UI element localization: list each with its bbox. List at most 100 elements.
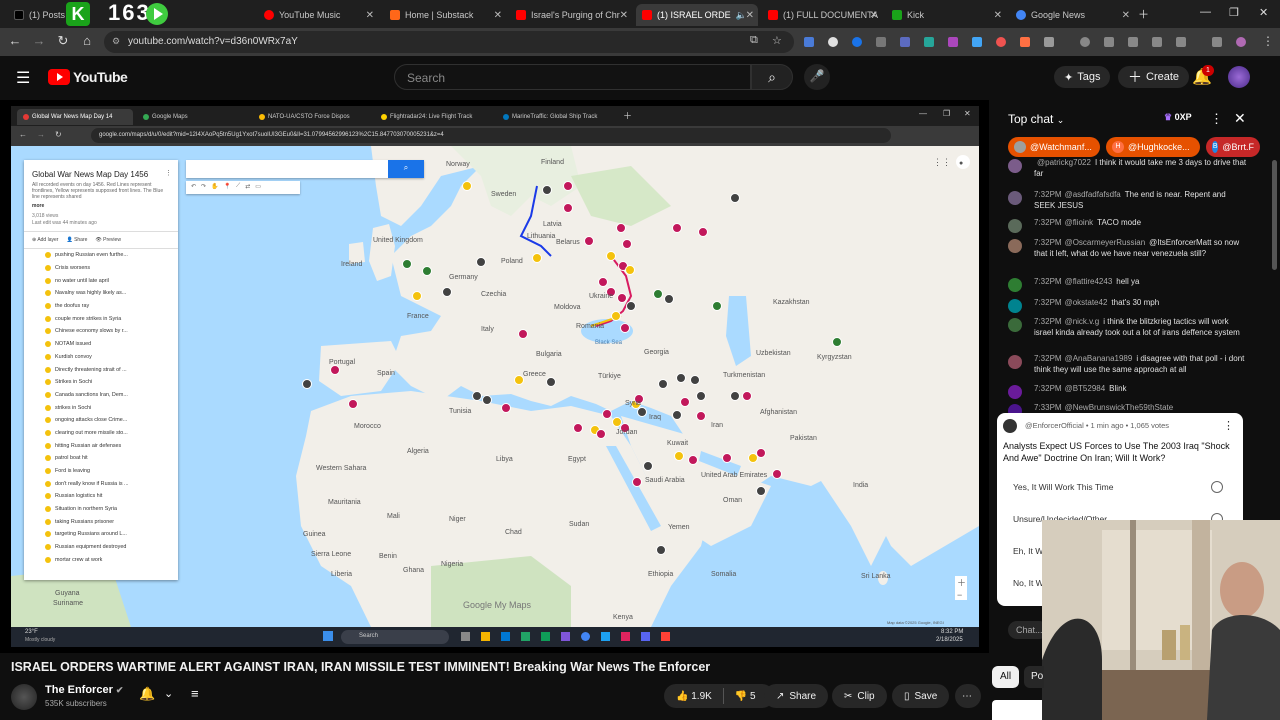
site-icon [259,114,265,120]
extension-icon[interactable] [876,37,886,47]
sidepanel-icon[interactable] [1152,37,1162,47]
chat-author[interactable]: @flattire4243 [1065,277,1113,286]
chat-time: 7:32PM [1034,277,1062,286]
tab-youtube-music[interactable]: YouTube Music ✕ [258,4,378,26]
close-icon[interactable]: ✕ [1122,10,1130,21]
more-actions-button[interactable]: ⋯ [955,684,981,708]
create-button[interactable]: ＋ Create [1118,66,1190,88]
history-icon[interactable] [1080,37,1090,47]
menu-dots-icon[interactable]: ⋮ [1262,34,1274,48]
bell-subscribe-icon[interactable]: 🔔 [139,686,155,702]
close-icon[interactable]: ✕ [366,10,374,21]
extension-icon[interactable] [996,37,1006,47]
clip-button[interactable]: ✂ Clip [832,684,887,708]
devtools-icon[interactable] [1128,37,1138,47]
chat-author[interactable]: @asdfadfafsdfa [1065,190,1121,199]
address-bar[interactable]: ⚙ youtube.com/watch?v=d36n0WRx7aY ⧉ ☆ [104,31,794,53]
tab-google-news[interactable]: Google News ✕ [1010,4,1134,26]
chat-author[interactable]: @NewBrunswickThe59thState [1065,403,1174,412]
downloads-icon[interactable] [1176,37,1186,47]
extension-icon[interactable] [924,37,934,47]
marker-dot-icon [45,493,51,500]
youtube-logo[interactable]: YouTube [48,69,128,85]
maximize-icon[interactable]: ❐ [1229,6,1239,19]
radio-button[interactable] [1211,481,1223,493]
tab-israels-purging[interactable]: Israel's Purging of Chr ✕ [510,4,632,26]
chevron-down-icon[interactable]: ⌄ [164,687,173,700]
chat-author[interactable]: @OscarmeyerRussian [1065,238,1146,247]
channel-name[interactable]: The Enforcer ✔ [45,684,123,696]
extension-icon[interactable] [804,37,814,47]
reading-list-icon[interactable] [1212,37,1222,47]
poll-options-icon[interactable]: ⋮ [1223,419,1234,432]
search-button[interactable]: ⌕ [751,64,793,90]
map-label: Ukraine [589,293,613,300]
tab-substack[interactable]: Home | Substack ✕ [384,4,506,26]
filter-chip[interactable]: Po [1024,666,1044,688]
extension-icon[interactable] [852,37,862,47]
overlay-counter: 163 [108,0,151,25]
forward-icon[interactable]: → [30,33,48,48]
extension-icon[interactable] [1104,37,1114,47]
chat-mode-dropdown[interactable]: Top chat ⌄ [1008,112,1064,126]
tab-israel-orders[interactable]: (1) ISRAEL ORDE 🔈 ✕ [636,4,758,26]
tags-button[interactable]: ✦ Tags [1054,66,1111,88]
chat-time: 7:32PM [1034,384,1062,393]
tab-full-documentary[interactable]: (1) FULL DOCUMENTA ✕ [762,4,882,26]
channel-avatar[interactable] [11,684,37,710]
avatar [1008,219,1022,233]
map-label: Kuwait [667,440,688,447]
hamburger-menu-icon[interactable]: ☰ [16,68,30,88]
profile-avatar-icon[interactable] [1236,37,1246,47]
recommended-thumbnail[interactable] [992,700,1042,720]
puzzle-icon[interactable] [1044,37,1054,47]
chat-author[interactable]: @nick.v.g [1065,317,1100,326]
close-icon[interactable]: ✕ [620,10,628,21]
share-button[interactable]: ↗ Share [764,684,829,708]
close-icon[interactable]: ✕ [746,10,754,21]
search-input[interactable]: Search [394,64,751,90]
chat-author[interactable]: @BT52984 [1065,384,1106,393]
chat-author[interactable]: @patrickg7022 [1037,158,1091,167]
chat-author[interactable]: @okstate42 [1065,298,1108,307]
close-icon[interactable]: ✕ [870,10,878,21]
xp-indicator: ♛ 0XP [1164,112,1192,122]
donor-ticker[interactable]: H @Hughkocke... [1106,137,1200,157]
close-icon[interactable]: ✕ [494,10,502,21]
chat-scrollbar[interactable] [1272,160,1277,270]
voice-search-button[interactable]: 🎤 [804,64,830,90]
avatar: B [1212,141,1219,153]
extension-icon[interactable] [972,37,982,47]
donor-ticker[interactable]: B @Brrt.F [1206,137,1260,157]
minimize-icon[interactable]: — [1200,6,1211,18]
save-button[interactable]: ▯ Save [892,684,950,708]
add-to-queue-icon[interactable]: ≡ [191,686,199,701]
like-button[interactable]: 👍 1.9K [676,691,712,702]
window-close-icon[interactable]: ✕ [1259,6,1268,19]
tab-kick[interactable]: Kick ✕ [886,4,1006,26]
filter-chip-all[interactable]: All [992,666,1020,688]
chat-close-icon[interactable]: ✕ [1234,110,1246,127]
chat-author[interactable]: @flioink [1065,218,1094,227]
bookmark-star-icon[interactable]: ☆ [772,34,782,47]
chat-author[interactable]: @AnaBanana1989 [1065,354,1133,363]
site-info-icon[interactable]: ⚙ [112,36,120,47]
extension-icon[interactable] [900,37,910,47]
donor-ticker[interactable]: @Watchmanf... [1008,137,1100,157]
webcam-scene [1042,520,1280,720]
layer-item: don't really know if Russia is ... [24,477,178,490]
chat-options-icon[interactable]: ⋮ [1210,111,1223,127]
dislike-button[interactable]: 👎 5 [735,691,756,702]
new-tab-icon[interactable]: ＋ [1138,6,1149,22]
back-icon[interactable]: ← [6,33,24,48]
home-icon[interactable]: ⌂ [78,33,96,48]
close-icon[interactable]: ✕ [994,10,1002,21]
avatar[interactable] [1228,66,1250,88]
reload-icon[interactable]: ↻ [54,33,72,49]
extension-icon[interactable] [1020,37,1030,47]
extension-icon[interactable] [828,37,838,47]
extension-icon[interactable] [948,37,958,47]
tab-posts[interactable]: (1) Posts / [8,4,118,26]
poll-option[interactable]: Yes, It Will Work This Time [1005,476,1233,500]
cast-icon[interactable]: ⧉ [750,34,758,47]
